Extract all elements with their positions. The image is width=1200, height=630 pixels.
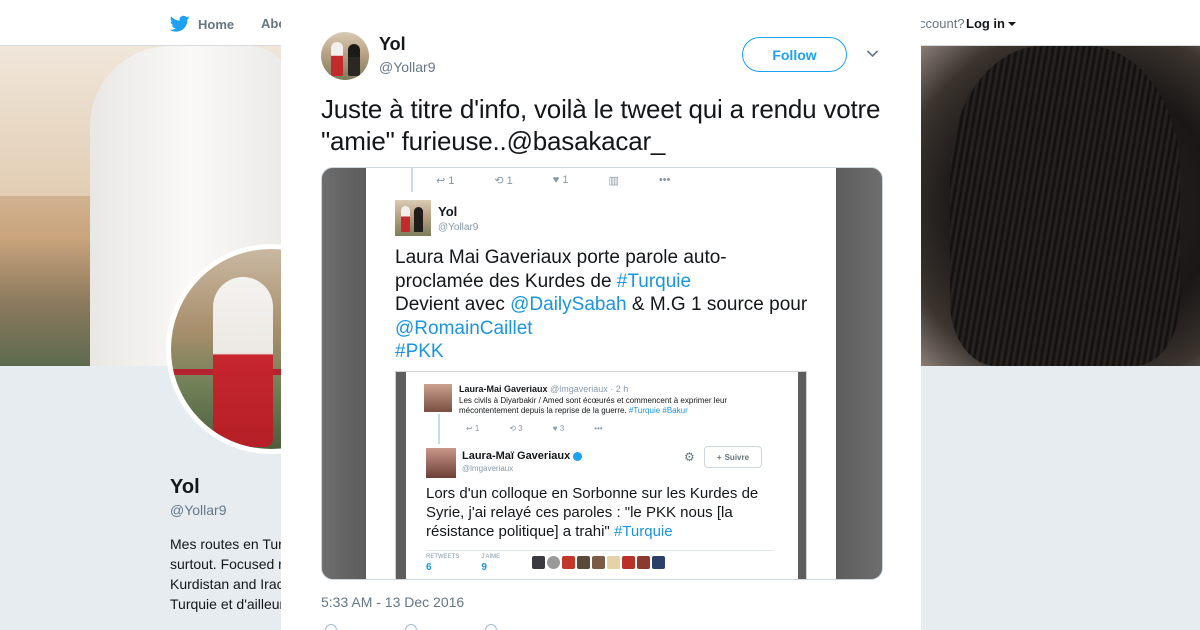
quoted-thread-line	[438, 414, 440, 444]
quoted-first-meta: @lmgaveriaux · 2 h	[550, 384, 629, 394]
profile-bio: Mes routes en Tur surtout. Focused r Kur…	[170, 534, 285, 614]
embedded-hashtag: #Turquie	[616, 270, 692, 292]
liker-avatar	[532, 556, 545, 569]
quoted-first-author: Laura-Mai Gaveriaux @lmgaveriaux · 2 h	[459, 384, 628, 394]
nav-home-label: Home	[198, 16, 235, 32]
add-user-icon: +	[716, 452, 722, 462]
quoted-second-author: Laura-Maï Gaveriaux	[462, 450, 583, 462]
quoted-first-text: Les civils à Diyarbakir / Amed sont écœu…	[459, 396, 759, 416]
quoted-follow-label: Suivre	[724, 452, 750, 462]
quoted-action-row: ↩ 1 ⟲ 3 ♥ 3 •••	[466, 424, 603, 433]
embedded-retweet-count: ⟲ 1	[494, 175, 513, 187]
liker-avatar	[607, 556, 620, 569]
liker-avatar	[652, 556, 665, 569]
avatar-figure	[213, 277, 273, 447]
author-avatar[interactable]	[321, 32, 369, 80]
gear-icon: ⚙	[684, 450, 695, 464]
embedded-hashtag: #PKK	[395, 341, 444, 362]
liker-avatar	[577, 556, 590, 569]
like-icon[interactable]	[485, 624, 497, 630]
embedded-tweet-text: Laura Mai Gaveriaux porte parole auto-pr…	[395, 246, 815, 364]
quoted-second-avatar	[426, 448, 456, 478]
quoted-reply-count: ↩ 1	[466, 424, 480, 433]
embedded-mention: @RomainCaillet	[395, 317, 533, 339]
retweets-value: 6	[426, 562, 432, 573]
profile-handle: @Yollar9	[170, 502, 227, 518]
verified-icon	[573, 451, 583, 461]
liker-avatar	[622, 556, 635, 569]
liker-avatar	[547, 556, 560, 569]
embedded-text-segment: Devient avec	[395, 294, 511, 315]
embedded-author-avatar	[395, 200, 431, 236]
likes-label: J'AIME	[481, 554, 501, 560]
tweet-timestamp[interactable]: 5:33 AM - 13 Dec 2016	[321, 594, 464, 610]
quoted-first-name: Laura-Mai Gaveriaux	[459, 384, 548, 394]
thread-line	[411, 168, 413, 192]
quoted-avatar	[424, 384, 452, 412]
login-caret-icon[interactable]	[1008, 22, 1016, 26]
retweets-stat: RETWEETS 6	[426, 554, 459, 573]
tweet-media-image[interactable]: ↩ 1 ⟲ 1 ♥ 1 ▥ ••• Yol @Yollar9 Laura Mai…	[321, 167, 883, 580]
chevron-down-icon[interactable]	[866, 47, 879, 60]
liker-avatar	[562, 556, 575, 569]
profile-name: Yol	[170, 476, 200, 498]
quoted-like-count: ♥ 3	[552, 424, 565, 433]
embedded-text-segment: & M.G 1 source pour	[626, 294, 808, 315]
quoted-stats: RETWEETS 6 J'AIME 9	[426, 554, 500, 573]
login-link[interactable]: Log in	[966, 16, 1005, 31]
quoted-second-text: Lors d'un colloque en Sorbonne sur les K…	[426, 484, 786, 541]
embedded-reply-count: ↩ 1	[436, 175, 455, 187]
twitter-bird-icon	[170, 15, 190, 32]
embedded-author-handle: @Yollar9	[438, 222, 479, 233]
quoted-second-body: Lors d'un colloque en Sorbonne sur les K…	[426, 485, 759, 540]
profile-bio-line: Mes routes en Tur	[170, 536, 283, 552]
avatar-person-dark	[348, 44, 360, 76]
profile-bio-line: Kurdistan and Irac	[170, 576, 284, 592]
embedded-analytics-icon: ▥	[608, 175, 619, 187]
profile-bio-line: surtout. Focused r	[170, 556, 283, 572]
embedded-action-row: ↩ 1 ⟲ 1 ♥ 1 ▥ •••	[436, 174, 670, 187]
quoted-second-handle: @lmgaveriaux	[462, 464, 514, 473]
avatar-person-dark	[414, 207, 423, 232]
quoted-letterbox-left	[396, 372, 406, 579]
embedded-like-count: ♥ 1	[552, 174, 569, 186]
quoted-content: Laura-Mai Gaveriaux @lmgaveriaux · 2 h L…	[406, 372, 798, 579]
quoted-first-tags: #Turquie #Bakur	[628, 406, 688, 415]
close-icon[interactable]	[1153, 12, 1179, 38]
tweet-text: Juste à titre d'info, voilà le tweet qui…	[321, 94, 881, 156]
nav-home-link[interactable]: Home	[170, 14, 234, 34]
embedded-more-icon: •••	[658, 174, 671, 186]
liker-avatars	[532, 556, 665, 569]
quoted-follow-button: + Suivre	[704, 446, 762, 468]
likes-value: 9	[481, 562, 487, 573]
quoted-more-icon: •••	[594, 424, 603, 433]
profile-bio-line: Turquie et d'ailleur	[170, 596, 285, 612]
liker-avatar	[592, 556, 605, 569]
quoted-divider	[426, 550, 774, 551]
likes-stat: J'AIME 9	[481, 554, 500, 573]
banner-hair	[950, 46, 1180, 366]
media-letterbox-left	[322, 168, 366, 579]
nav-account-prompt: ccount?	[919, 16, 965, 31]
retweets-label: RETWEETS	[426, 554, 460, 560]
liker-avatar	[637, 556, 650, 569]
profile-banner-right	[920, 46, 1200, 366]
quoted-second-tag: #Turquie	[613, 523, 673, 540]
tweet-modal: Yol @Yollar9 Follow Juste à titre d'info…	[281, 0, 921, 630]
embedded-author-name: Yol	[438, 204, 458, 219]
quoted-screenshot: Laura-Mai Gaveriaux @lmgaveriaux · 2 h L…	[395, 371, 807, 579]
quoted-retweet-count: ⟲ 3	[509, 424, 523, 433]
author-name[interactable]: Yol	[379, 34, 406, 55]
embedded-mention: @DailySabah	[510, 294, 627, 315]
embedded-screenshot: ↩ 1 ⟲ 1 ♥ 1 ▥ ••• Yol @Yollar9 Laura Mai…	[366, 168, 836, 579]
retweet-icon[interactable]	[405, 624, 417, 630]
quoted-second-name: Laura-Maï Gaveriaux	[462, 450, 571, 462]
author-handle[interactable]: @Yollar9	[379, 59, 436, 75]
avatar-person-red	[331, 42, 343, 76]
tweet-action-bar	[321, 624, 521, 630]
media-letterbox-right	[834, 168, 882, 579]
reply-icon[interactable]	[325, 624, 337, 630]
avatar-person-red	[401, 206, 410, 232]
follow-button[interactable]: Follow	[742, 37, 847, 72]
